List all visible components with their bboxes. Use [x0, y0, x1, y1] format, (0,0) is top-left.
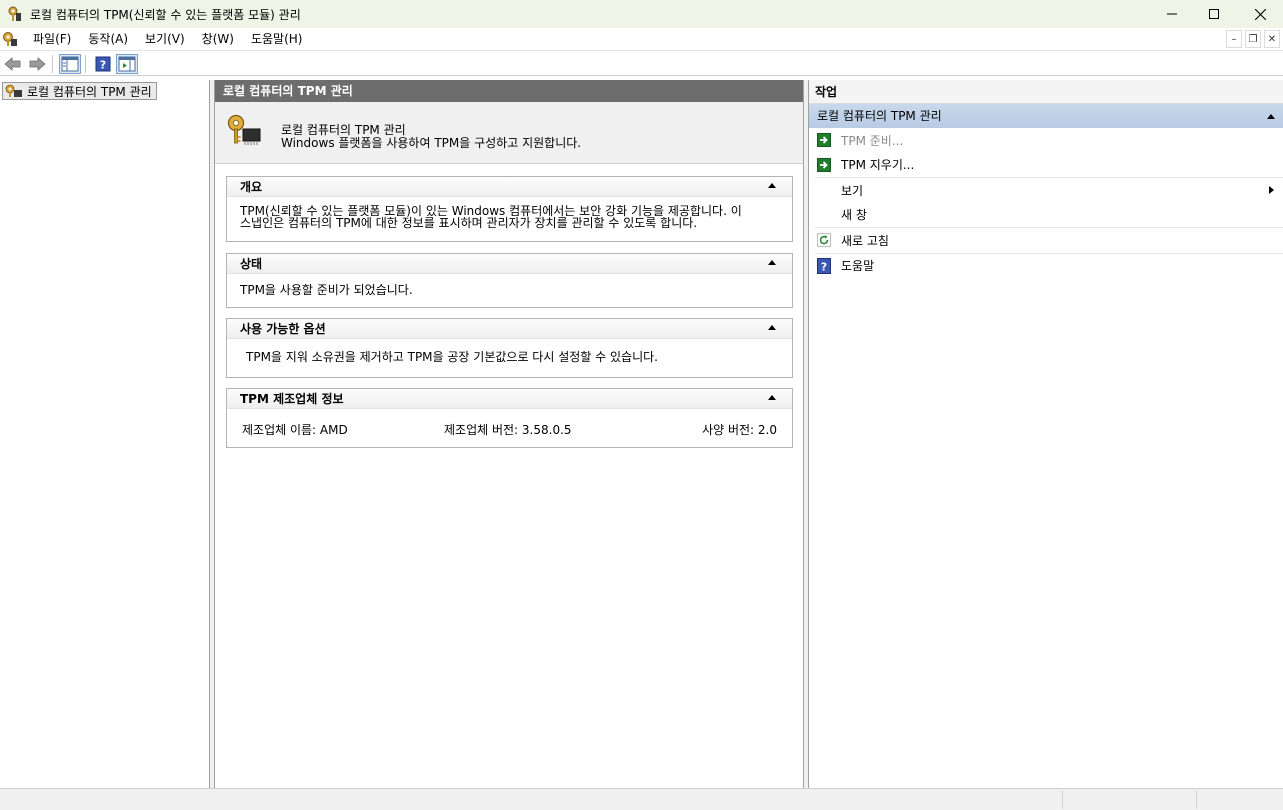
forward-button[interactable] [26, 54, 48, 74]
menu-action[interactable]: 동작(A) [80, 28, 136, 51]
manufacturer-section-header[interactable]: TPM 제조업체 정보 [227, 389, 792, 409]
available-options-text: TPM을 지워 소유권을 제거하고 TPM을 공장 기본값으로 다시 설정할 수… [246, 350, 658, 364]
collapse-caret-icon[interactable] [768, 325, 776, 330]
menu-help[interactable]: 도움말(H) [243, 28, 311, 51]
refresh-icon [816, 232, 832, 248]
spec-version: 사양 버전: 2.0 [702, 423, 777, 437]
forward-icon [29, 56, 46, 71]
tpm-app-icon [8, 6, 22, 22]
help-icon: ? [816, 257, 832, 274]
submenu-arrow-icon [1269, 186, 1274, 194]
collapse-caret-icon[interactable] [768, 395, 776, 400]
action-label: TPM 준비... [841, 133, 904, 148]
actions-pane: 작업 로컬 컴퓨터의 TPM 관리 TPM 준비... TPM 지우기... 보… [808, 80, 1283, 788]
manufacturer-version: 제조업체 버전: 3.58.0.5 [444, 423, 572, 437]
minimize-icon [1167, 13, 1177, 15]
help-icon: ? [95, 56, 111, 71]
maximize-icon [1209, 9, 1219, 19]
action-label: 도움말 [841, 259, 875, 274]
maximize-button[interactable] [1191, 0, 1237, 28]
menu-view[interactable]: 보기(V) [137, 28, 193, 51]
action-label: TPM 지우기... [841, 158, 915, 173]
show-hide-tree-icon [61, 56, 79, 71]
toolbar-separator [85, 54, 86, 73]
mdi-close-button[interactable]: ✕ [1264, 30, 1280, 48]
action-label: 새로 고침 [841, 233, 889, 248]
tree-node-label: 로컬 컴퓨터의 TPM 관리 [27, 84, 152, 99]
mdi-restore-button[interactable]: ❐ [1245, 30, 1261, 48]
action-label: 보기 [841, 183, 864, 198]
toolbar: ? [0, 52, 1283, 76]
green-arrow-icon [816, 132, 832, 148]
svg-text:?: ? [821, 260, 827, 273]
close-button[interactable] [1237, 0, 1283, 28]
close-icon [1254, 8, 1266, 20]
menu-bar: 파일(F) 동작(A) 보기(V) 창(W) 도움말(H) – ❐ ✕ [0, 28, 1283, 51]
manufacturer-section-title: TPM 제조업체 정보 [240, 392, 344, 406]
back-button[interactable] [2, 54, 24, 74]
action-clear-tpm[interactable]: TPM 지우기... [809, 153, 1283, 178]
overview-section-header[interactable]: 개요 [227, 177, 792, 197]
manufacturer-name: 제조업체 이름: AMD [242, 423, 348, 437]
actions-pane-header: 작업 [809, 80, 1283, 104]
tree-node-tpm-management[interactable]: 로컬 컴퓨터의 TPM 관리 [2, 82, 157, 100]
manufacturer-info-row: 제조업체 이름: AMD 제조업체 버전: 3.58.0.5 사양 버전: 2.… [227, 409, 792, 447]
center-pane-header: 로컬 컴퓨터의 TPM 관리 [215, 80, 803, 102]
overview-section-title: 개요 [240, 180, 263, 194]
action-new-window[interactable]: 새 창 [809, 203, 1283, 228]
status-bar [0, 788, 1283, 810]
title-bar: 로컬 컴퓨터의 TPM(신뢰할 수 있는 플랫폼 모듈) 관리 [0, 0, 1283, 28]
minimize-button[interactable] [1149, 0, 1195, 28]
green-arrow-icon [816, 157, 832, 173]
show-hide-action-pane-button[interactable] [116, 53, 138, 74]
overview-section-body: TPM(신뢰할 수 있는 플랫폼 모듈)이 있는 Windows 컴퓨터에서는 … [227, 197, 792, 233]
available-options-section-title: 사용 가능한 옵션 [240, 322, 326, 336]
show-hide-action-pane-icon [118, 56, 136, 71]
toolbar-separator [52, 54, 53, 73]
snapin-summary: 로컬 컴퓨터의 TPM 관리 Windows 플랫폼을 사용하여 TPM을 구성… [215, 102, 803, 164]
action-help[interactable]: ? 도움말 [809, 254, 1283, 279]
menu-file[interactable]: 파일(F) [25, 28, 79, 51]
center-pane: 로컬 컴퓨터의 TPM 관리 로컬 컴퓨터의 TPM 관리 Windows 플랫… [214, 80, 804, 788]
tpm-snapin-icon [5, 84, 22, 97]
system-menu-icon[interactable] [2, 31, 18, 47]
help-button[interactable]: ? [92, 54, 114, 74]
menu-window[interactable]: 창(W) [194, 28, 242, 51]
status-section: 상태 TPM을 사용할 준비가 되었습니다. [226, 253, 793, 308]
status-section-header[interactable]: 상태 [227, 254, 792, 274]
svg-text:?: ? [100, 58, 106, 71]
manufacturer-section: TPM 제조업체 정보 제조업체 이름: AMD 제조업체 버전: 3.58.0… [226, 388, 793, 448]
show-hide-tree-button[interactable] [59, 53, 81, 74]
overview-text-line2: 스냅인은 컴퓨터의 TPM에 대한 정보를 표시하며 관리자가 장치를 관리할 … [240, 216, 698, 230]
back-icon [4, 56, 21, 71]
actions-group-header[interactable]: 로컬 컴퓨터의 TPM 관리 [809, 104, 1283, 128]
actions-group-label: 로컬 컴퓨터의 TPM 관리 [817, 109, 942, 123]
available-options-section: 사용 가능한 옵션 TPM을 지워 소유권을 제거하고 TPM을 공장 기본값으… [226, 318, 793, 378]
overview-section: 개요 TPM(신뢰할 수 있는 플랫폼 모듈)이 있는 Windows 컴퓨터에… [226, 176, 793, 242]
status-section-title: 상태 [240, 257, 263, 271]
mdi-minimize-button[interactable]: – [1226, 30, 1242, 48]
collapse-caret-icon[interactable] [768, 183, 776, 188]
collapse-caret-icon[interactable] [768, 260, 776, 265]
action-view[interactable]: 보기 [809, 178, 1283, 203]
summary-description: Windows 플랫폼을 사용하여 TPM을 구성하고 지원합니다. [281, 136, 582, 150]
tpm-key-chip-icon [227, 114, 263, 149]
status-text: TPM을 사용할 준비가 되었습니다. [240, 283, 413, 297]
action-prepare-tpm[interactable]: TPM 준비... [809, 128, 1283, 153]
collapse-caret-icon[interactable] [1267, 114, 1275, 119]
available-options-section-header[interactable]: 사용 가능한 옵션 [227, 319, 792, 339]
status-bar-divider [1196, 791, 1197, 809]
action-refresh[interactable]: 새로 고침 [809, 228, 1283, 253]
tree-pane: 로컬 컴퓨터의 TPM 관리 [0, 80, 210, 788]
status-bar-divider [1062, 791, 1063, 809]
action-label: 새 창 [841, 208, 867, 223]
window-title: 로컬 컴퓨터의 TPM(신뢰할 수 있는 플랫폼 모듈) 관리 [30, 7, 301, 22]
